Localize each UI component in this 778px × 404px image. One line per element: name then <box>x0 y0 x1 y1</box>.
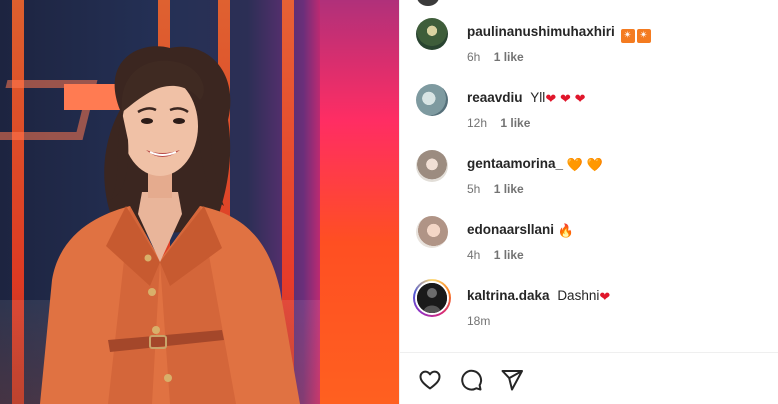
comment-meta: 12h 1 like <box>467 116 530 130</box>
comment-time[interactable]: 6h <box>467 50 480 64</box>
red-heart-emoji-icon: ❤ <box>559 91 571 106</box>
story-ring-avatar <box>415 281 449 315</box>
comment-likes[interactable]: 1 like <box>494 50 524 64</box>
red-heart-emoji-icon: ❤ <box>599 289 611 304</box>
comment-time[interactable]: 4h <box>467 248 480 262</box>
comment-meta: 5h 1 like <box>467 182 524 196</box>
comment-button[interactable] <box>458 367 484 393</box>
red-heart-emoji-icon: ❤ <box>545 91 557 106</box>
comment-likes[interactable]: 1 like <box>494 182 524 196</box>
comment-username[interactable]: paulinanushimuhaxhiri <box>467 24 615 39</box>
comment-item: gentaamorina_ 🧡 🧡 5h 1 like <box>416 148 766 208</box>
comment-time[interactable]: 12h <box>467 116 487 130</box>
comment-text: Dashni <box>557 288 600 303</box>
comment-line: edonaarsllani 🔥 <box>467 222 574 239</box>
comment-meta: 4h 1 like <box>467 248 524 262</box>
avatar[interactable] <box>417 0 439 6</box>
orange-heart-emoji-icon: 🧡 <box>586 157 603 172</box>
comment-username[interactable]: edonaarsllani <box>467 222 554 237</box>
silhouette-icon <box>417 283 447 313</box>
comment-likes[interactable]: 1 like <box>494 248 524 262</box>
star-emoji-icon: ✴ <box>636 29 651 43</box>
presenter-figure <box>40 46 300 404</box>
like-button[interactable] <box>417 367 443 393</box>
avatar[interactable] <box>416 84 448 116</box>
comment-meta: 6h 1 like <box>467 50 524 64</box>
star-emoji-icon: ✴ <box>620 29 635 43</box>
avatar[interactable] <box>413 279 451 317</box>
comment-meta: 18m <box>467 314 490 328</box>
red-heart-emoji-icon: ❤ <box>574 91 586 106</box>
paper-plane-icon <box>501 370 523 391</box>
post-actions <box>417 367 525 393</box>
comments-panel: paulinanushimuhaxhiri ✴ ✴ 6h 1 like reaav… <box>399 0 778 404</box>
comment-username[interactable]: kaltrina.daka <box>467 288 550 303</box>
comment-username[interactable]: reaavdiu <box>467 90 523 105</box>
comment-item: paulinanushimuhaxhiri ✴ ✴ 6h 1 like <box>416 16 766 76</box>
avatar[interactable] <box>416 216 448 248</box>
share-button[interactable] <box>499 367 525 393</box>
orange-heart-emoji-icon: 🧡 <box>566 157 583 172</box>
comment-text: Yll <box>530 90 546 105</box>
comment-line: kaltrina.daka Dashni❤ <box>467 288 610 305</box>
comment-line: reaavdiu Yll❤ ❤ ❤ <box>467 90 586 107</box>
post-image[interactable] <box>0 0 399 404</box>
comment-time[interactable]: 5h <box>467 182 480 196</box>
heart-outline-icon <box>419 370 441 390</box>
divider <box>400 352 778 353</box>
comment-likes[interactable]: 1 like <box>500 116 530 130</box>
speech-bubble-icon <box>461 369 483 391</box>
comment-username[interactable]: gentaamorina_ <box>467 156 563 171</box>
comment-item: kaltrina.daka Dashni❤ 18m <box>413 279 766 340</box>
avatar[interactable] <box>416 150 448 182</box>
comment-item: reaavdiu Yll❤ ❤ ❤ 12h 1 like <box>416 82 766 142</box>
comment-line: paulinanushimuhaxhiri ✴ ✴ <box>467 24 651 43</box>
comment-line: gentaamorina_ 🧡 🧡 <box>467 156 603 173</box>
avatar[interactable] <box>416 18 448 50</box>
fire-emoji-icon: 🔥 <box>557 223 574 238</box>
comment-time[interactable]: 18m <box>467 314 490 328</box>
comment-item: edonaarsllani 🔥 4h 1 like <box>416 214 766 274</box>
